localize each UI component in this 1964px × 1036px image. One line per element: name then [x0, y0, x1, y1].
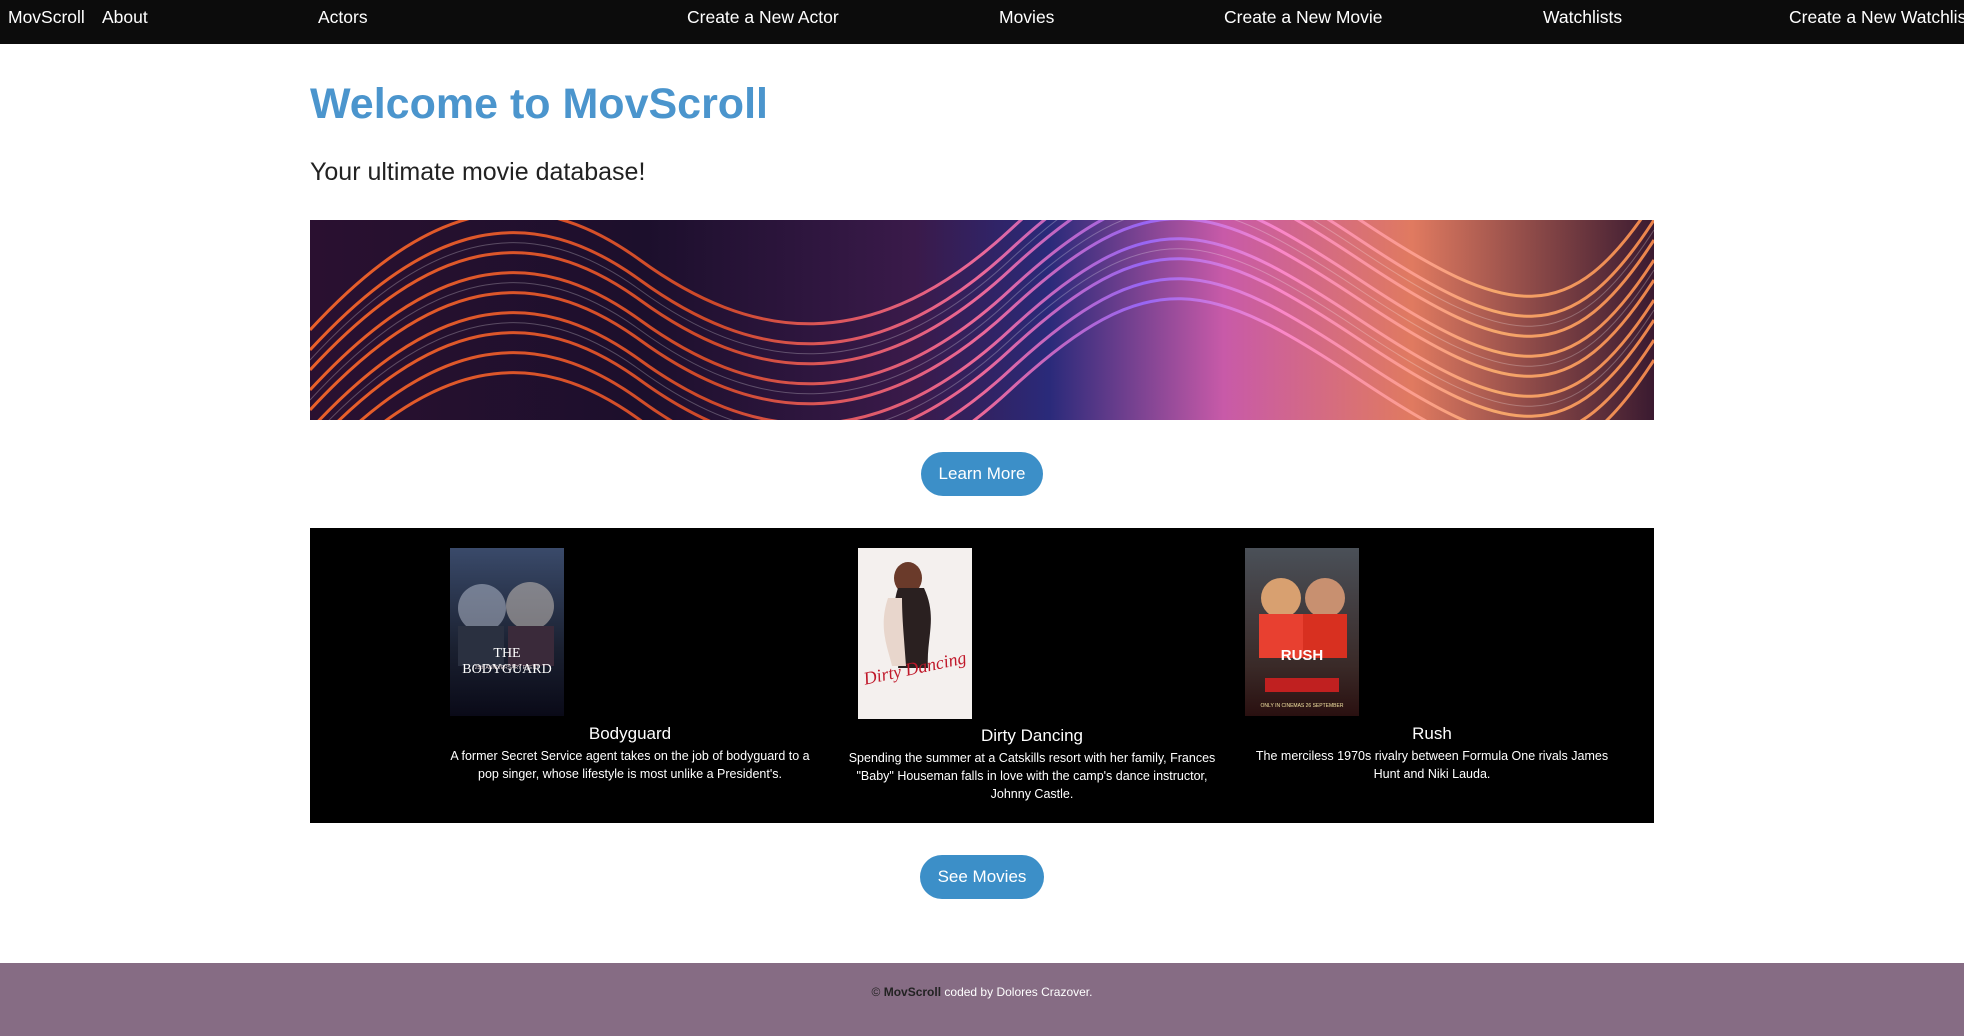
movie-poster-image[interactable]: RUSH ONLY IN CINEMAS 26 SEPTEMBER	[1245, 548, 1359, 716]
movie-title[interactable]: Bodyguard	[440, 724, 820, 744]
see-movies-button[interactable]: See Movies	[920, 855, 1044, 899]
movie-description: A former Secret Service agent takes on t…	[450, 749, 810, 781]
learn-more-button[interactable]: Learn More	[921, 452, 1043, 496]
footer-credit-text: coded by Dolores Crazover.	[944, 985, 1093, 999]
poster-subtitle-text: 25th ANNIVERSARY EVENT	[474, 665, 540, 671]
movie-card[interactable]: Dirty Dancing Dirty Dancing Spending the…	[847, 528, 1217, 823]
movie-poster-image[interactable]: Dirty Dancing	[858, 548, 972, 719]
nav-create-watchlist-link[interactable]: Create a New Watchlist	[1789, 0, 1964, 34]
movie-description: The merciless 1970s rivalry between Form…	[1255, 749, 1609, 781]
page-footer: © MovScroll coded by Dolores Crazover.	[0, 963, 1964, 1036]
footer-credit: © MovScroll coded by Dolores Crazover.	[0, 985, 1964, 999]
nav-brand-link[interactable]: MovScroll	[8, 0, 85, 34]
footer-brand-link[interactable]: MovScroll	[884, 985, 941, 999]
movie-title[interactable]: Dirty Dancing	[847, 726, 1217, 746]
movie-card[interactable]: THE BODYGUARD 25th ANNIVERSARY EVENT Bod…	[440, 528, 820, 823]
movie-description: Spending the summer at a Catskills resor…	[848, 751, 1216, 801]
poster-subtitle-text: ONLY IN CINEMAS 26 SEPTEMBER	[1260, 703, 1344, 709]
featured-movies-strip: THE BODYGUARD 25th ANNIVERSARY EVENT Bod…	[310, 528, 1654, 823]
movie-card[interactable]: RUSH ONLY IN CINEMAS 26 SEPTEMBER Rush T…	[1242, 528, 1622, 823]
poster-title-text: THE BODYGUARD	[462, 646, 552, 677]
copyright-symbol: ©	[871, 985, 881, 999]
poster-title-text: RUSH	[1280, 647, 1324, 664]
movie-poster-image[interactable]: THE BODYGUARD 25th ANNIVERSARY EVENT	[450, 548, 564, 716]
hero-banner-image	[310, 220, 1654, 420]
top-navbar: MovScroll About Actors Create a New Acto…	[0, 0, 1964, 44]
page-title: Welcome to MovScroll	[310, 80, 768, 128]
movie-title[interactable]: Rush	[1242, 724, 1622, 744]
nav-about-link[interactable]: About	[102, 0, 148, 34]
nav-create-actor-link[interactable]: Create a New Actor	[687, 0, 839, 34]
nav-create-movie-link[interactable]: Create a New Movie	[1224, 0, 1383, 34]
nav-movies-link[interactable]: Movies	[999, 0, 1054, 34]
page-subtitle: Your ultimate movie database!	[310, 158, 646, 186]
nav-actors-link[interactable]: Actors	[318, 0, 368, 34]
nav-watchlists-link[interactable]: Watchlists	[1543, 0, 1622, 34]
